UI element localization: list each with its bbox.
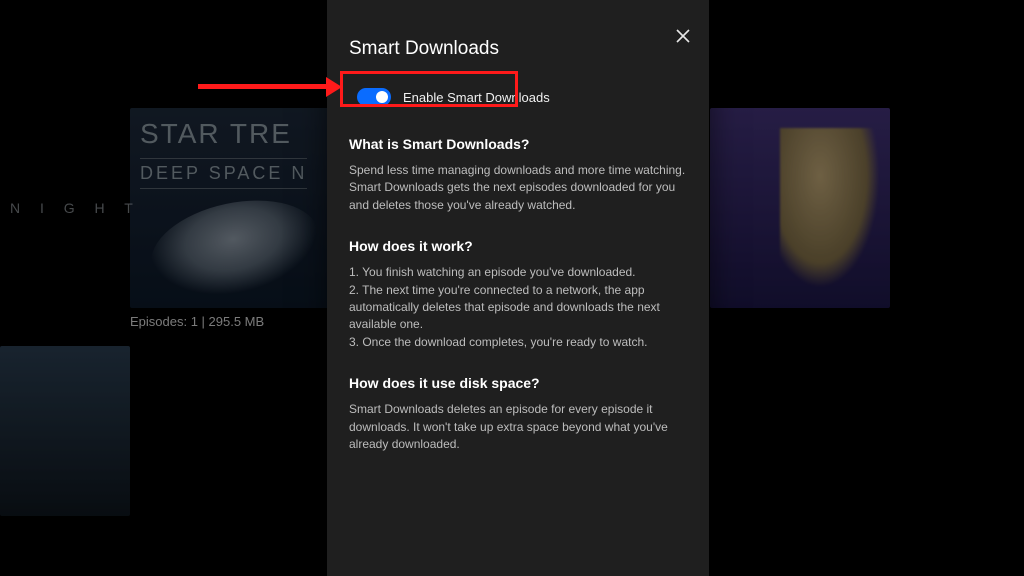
enable-smart-downloads-toggle[interactable] xyxy=(357,88,391,106)
dialog-header: Smart Downloads xyxy=(327,0,709,60)
how-step-3: 3. Once the download completes, you're r… xyxy=(349,334,687,351)
app-stage: STAR TRE DEEP SPACE N N I G H T Episodes… xyxy=(0,0,1024,576)
how-step-1: 1. You finish watching an episode you've… xyxy=(349,264,687,281)
section-disk-heading: How does it use disk space? xyxy=(349,375,687,391)
close-button[interactable] xyxy=(669,22,697,50)
dialog-title: Smart Downloads xyxy=(349,38,687,60)
section-what-heading: What is Smart Downloads? xyxy=(349,136,687,152)
section-how: How does it work? 1. You finish watching… xyxy=(349,238,687,351)
section-how-heading: How does it work? xyxy=(349,238,687,254)
enable-toggle-row: Enable Smart Downloads xyxy=(349,82,687,112)
section-disk-body: Smart Downloads deletes an episode for e… xyxy=(349,401,687,453)
smart-downloads-dialog: Smart Downloads Enable Smart Downloads W… xyxy=(327,0,709,576)
section-disk: How does it use disk space? Smart Downlo… xyxy=(349,375,687,453)
section-what: What is Smart Downloads? Spend less time… xyxy=(349,136,687,214)
how-step-2: 2. The next time you're connected to a n… xyxy=(349,282,687,334)
enable-toggle-label: Enable Smart Downloads xyxy=(403,90,550,105)
section-what-body: Spend less time managing downloads and m… xyxy=(349,162,687,214)
close-icon xyxy=(676,29,690,43)
section-how-list: 1. You finish watching an episode you've… xyxy=(349,264,687,351)
toggle-knob xyxy=(376,91,388,103)
